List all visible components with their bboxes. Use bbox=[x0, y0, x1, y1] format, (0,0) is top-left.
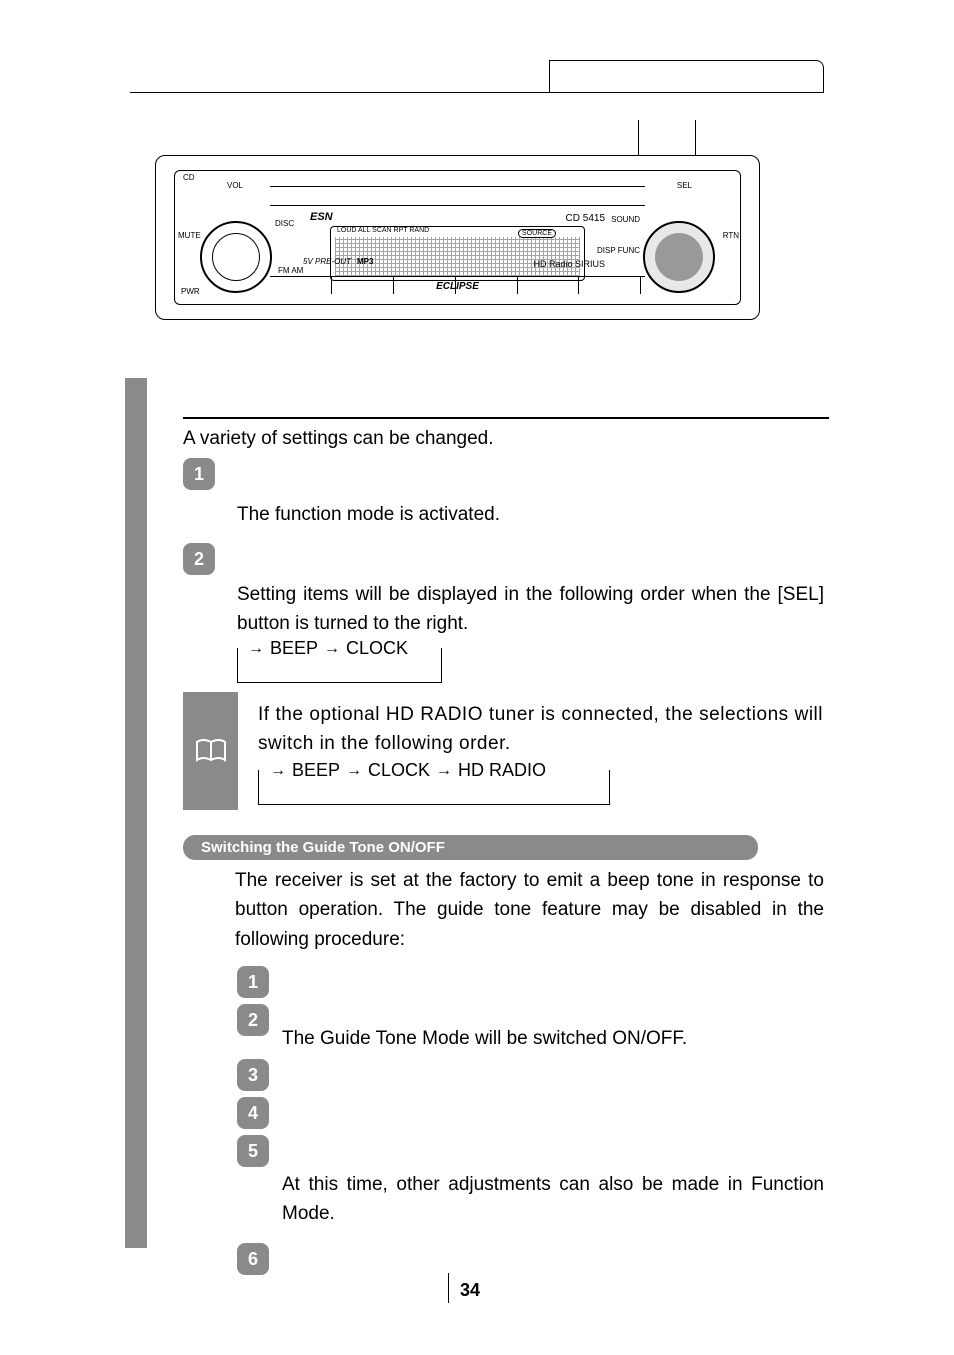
info-icon-area bbox=[183, 692, 238, 810]
section-intro: A variety of settings can be changed. bbox=[183, 428, 494, 450]
label-mute: MUTE bbox=[178, 231, 201, 240]
gstep-6: 6 bbox=[237, 1243, 269, 1275]
right-dial bbox=[643, 221, 715, 293]
label-disp-func: DISP FUNC bbox=[597, 246, 640, 255]
page-number: 34 bbox=[460, 1280, 480, 1301]
arrow-icon: → bbox=[248, 640, 264, 658]
arrow-icon: → bbox=[270, 762, 286, 780]
flow-2: → BEEP → CLOCK → HD RADIO bbox=[270, 760, 546, 781]
device-illustration: CD VOL SEL MUTE RTN DISC SOUND FM AM DIS… bbox=[155, 155, 760, 320]
lcd-text: LOUD ALL SCAN RPT RAND bbox=[337, 227, 429, 234]
label-pwr: PWR bbox=[181, 287, 200, 296]
gstep-3: 3 bbox=[237, 1059, 269, 1091]
label-fmam: FM AM bbox=[278, 266, 303, 275]
label-vol: VOL bbox=[227, 181, 243, 190]
flow1-a: BEEP bbox=[270, 638, 318, 659]
label-rtn: RTN bbox=[723, 231, 739, 240]
header-rule bbox=[130, 92, 824, 93]
flow1-b: CLOCK bbox=[346, 638, 408, 659]
gstep-6-badge: 6 bbox=[237, 1243, 269, 1275]
radio-logos: HD Radio SIRIUS bbox=[533, 259, 605, 269]
section-divider bbox=[183, 417, 829, 419]
gstep-2-badge: 2 bbox=[237, 1004, 269, 1036]
flow2-a: BEEP bbox=[292, 760, 340, 781]
step-1-badge: 1 bbox=[183, 458, 215, 490]
arrow-icon: → bbox=[324, 640, 340, 658]
flow-1: → BEEP → CLOCK bbox=[248, 638, 408, 659]
flow2-c: HD RADIO bbox=[458, 760, 546, 781]
gstep-4: 4 bbox=[237, 1097, 269, 1129]
gstep-4-badge: 4 bbox=[237, 1097, 269, 1129]
label-sel: SEL bbox=[677, 181, 692, 190]
step-1: 1 bbox=[183, 458, 215, 490]
gstep-5: 5 bbox=[237, 1135, 269, 1167]
gstep-5-badge: 5 bbox=[237, 1135, 269, 1167]
device-lcd-area: LOUD ALL SCAN RPT RAND SOURCE bbox=[330, 226, 585, 281]
step-2-subtext: Setting items will be displayed in the f… bbox=[237, 580, 824, 639]
label-sound: SOUND bbox=[611, 215, 640, 224]
gstep-5-sub: At this time, other adjustments can also… bbox=[282, 1170, 824, 1229]
step-2: 2 bbox=[183, 543, 215, 575]
device-model: CD 5415 bbox=[566, 213, 605, 224]
pill-label: Switching the Guide Tone ON/OFF bbox=[183, 839, 445, 856]
section-sidebar bbox=[125, 378, 147, 1248]
header-box bbox=[549, 60, 824, 92]
info-text: If the optional HD RADIO tuner is connec… bbox=[258, 700, 823, 759]
subsection-pill: Switching the Guide Tone ON/OFF bbox=[183, 835, 758, 860]
book-icon bbox=[195, 738, 227, 764]
eclipse-logo: ECLIPSE bbox=[436, 281, 479, 292]
label-cd: CD bbox=[183, 173, 195, 182]
step-1-subtext: The function mode is activated. bbox=[237, 504, 500, 526]
step-2-badge: 2 bbox=[183, 543, 215, 575]
gstep-1-badge: 1 bbox=[237, 966, 269, 998]
device-top-display bbox=[270, 186, 645, 206]
label-mp3: MP3 bbox=[357, 257, 373, 266]
gstep-1: 1 bbox=[237, 966, 269, 998]
subsection-text: The receiver is set at the factory to em… bbox=[235, 866, 824, 954]
gstep-3-badge: 3 bbox=[237, 1059, 269, 1091]
gstep-2: 2 bbox=[237, 1004, 269, 1036]
arrow-icon: → bbox=[436, 762, 452, 780]
flow2-b: CLOCK bbox=[368, 760, 430, 781]
left-dial bbox=[200, 221, 272, 293]
label-disc: DISC bbox=[275, 219, 294, 228]
label-preout: 5V PRE-OUT bbox=[303, 257, 351, 266]
gstep-2-sub: The Guide Tone Mode will be switched ON/… bbox=[282, 1028, 687, 1050]
arrow-icon: → bbox=[346, 762, 362, 780]
device-logo-esn: ESN bbox=[310, 211, 333, 223]
footer-divider bbox=[448, 1273, 449, 1303]
